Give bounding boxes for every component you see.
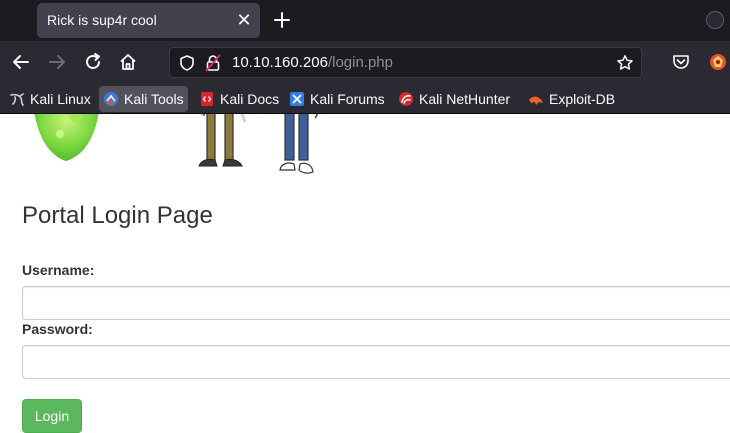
login-button[interactable]: Login xyxy=(22,399,82,433)
username-input[interactable] xyxy=(22,286,730,320)
kali-forums-icon xyxy=(290,92,304,106)
tab-strip: Rick is sup4r cool ✕ xyxy=(0,0,730,41)
username-label: Username: xyxy=(22,262,95,278)
rick-morty-figures-image xyxy=(198,114,318,174)
home-icon[interactable] xyxy=(118,52,138,72)
page-title: Portal Login Page xyxy=(22,202,213,229)
navigation-toolbar: 10.10.160.206/login.php xyxy=(0,41,730,83)
bookmark-exploit-db[interactable]: Exploit-DB xyxy=(524,86,619,112)
bookmarks-toolbar: Kali Linux Kali Tools Kali Docs Kali For… xyxy=(0,83,730,114)
kali-tools-icon xyxy=(104,92,118,106)
tab-title: Rick is sup4r cool xyxy=(47,12,157,28)
pocket-icon[interactable] xyxy=(672,53,690,71)
url-path: /login.php xyxy=(327,54,393,71)
password-label: Password: xyxy=(22,321,93,337)
new-tab-plus-icon[interactable] xyxy=(271,9,293,31)
extension-icon[interactable] xyxy=(708,52,728,72)
kali-nethunter-icon xyxy=(399,92,413,106)
url-text[interactable]: 10.10.160.206/login.php xyxy=(232,54,393,71)
password-input[interactable] xyxy=(22,345,730,379)
bookmark-label: Kali Tools xyxy=(124,91,184,107)
portal-image xyxy=(34,114,99,161)
bookmark-label: Exploit-DB xyxy=(549,91,616,107)
browser-tab[interactable]: Rick is sup4r cool ✕ xyxy=(37,3,260,38)
reload-icon[interactable] xyxy=(83,52,103,72)
bookmark-kali-forums[interactable]: Kali Forums xyxy=(285,86,389,112)
insecure-lock-icon[interactable] xyxy=(205,54,221,72)
exploit-db-icon xyxy=(529,96,543,105)
url-host: 10.10.160.206 xyxy=(232,54,328,71)
bookmark-kali-linux[interactable]: Kali Linux xyxy=(5,86,95,112)
kali-docs-icon xyxy=(201,92,213,106)
bookmark-kali-tools[interactable]: Kali Tools xyxy=(99,86,188,112)
bookmark-label: Kali Linux xyxy=(30,91,91,107)
back-arrow-icon[interactable] xyxy=(11,52,31,72)
account-icon[interactable] xyxy=(706,11,724,29)
close-tab-icon[interactable]: ✕ xyxy=(235,11,253,29)
forward-arrow-icon[interactable] xyxy=(47,52,67,72)
bookmark-label: Kali Docs xyxy=(220,91,280,107)
address-bar[interactable]: 10.10.160.206/login.php xyxy=(169,47,642,78)
bookmark-kali-docs[interactable]: Kali Docs xyxy=(195,86,283,112)
bookmark-kali-nethunter[interactable]: Kali NetHunter xyxy=(394,86,514,112)
kali-dragon-icon xyxy=(10,93,24,106)
bookmark-label: Kali NetHunter xyxy=(419,91,511,107)
page-content: Portal Login Page Username: Password: Lo… xyxy=(0,114,730,433)
bookmark-label: Kali Forums xyxy=(310,91,385,107)
bookmark-star-icon[interactable] xyxy=(616,54,634,72)
shield-icon[interactable] xyxy=(178,54,196,72)
